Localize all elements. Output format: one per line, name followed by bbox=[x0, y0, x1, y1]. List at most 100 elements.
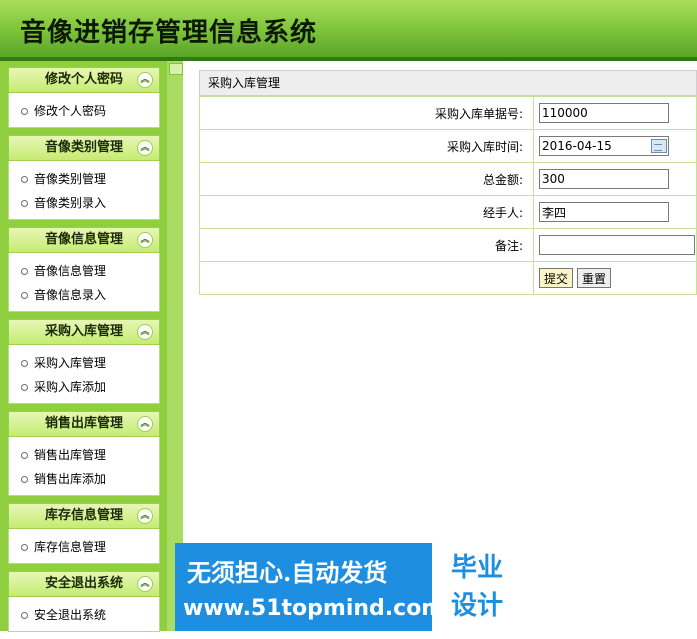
splitter-toggle-icon[interactable] bbox=[169, 63, 183, 75]
date-picker bbox=[539, 136, 669, 156]
bullet-icon bbox=[21, 176, 28, 183]
field-cell bbox=[533, 162, 697, 196]
field-cell bbox=[533, 96, 697, 130]
sidebar-item-label: 音像类别管理 bbox=[34, 172, 107, 186]
sidebar-item-purchase-add[interactable]: 采购入库添加 bbox=[21, 375, 159, 399]
bullet-icon bbox=[21, 200, 28, 207]
order-number-input[interactable] bbox=[539, 103, 669, 123]
sidebar-item-sales-manage[interactable]: 销售出库管理 bbox=[21, 443, 159, 467]
sidebar-item-label: 销售出库添加 bbox=[34, 472, 107, 486]
remark-input[interactable] bbox=[539, 235, 695, 255]
main-content: 采购入库管理 采购入库单据号: 采购入库时间: 总金额: 经手人: bbox=[199, 70, 697, 295]
sidebar-item-label: 安全退出系统 bbox=[34, 608, 107, 622]
collapse-icon[interactable]: ︽ bbox=[137, 72, 153, 88]
sidebar-item-label: 音像类别录入 bbox=[34, 196, 107, 210]
menu-group-header[interactable]: 音像信息管理 ︽ bbox=[8, 227, 160, 253]
bullet-icon bbox=[21, 384, 28, 391]
actions-cell: 提交 重置 bbox=[533, 261, 697, 295]
handler-input[interactable] bbox=[539, 202, 669, 222]
form-row: 采购入库时间: bbox=[199, 129, 697, 163]
menu-group-info: 音像信息管理 ︽ 音像信息管理 音像信息录入 bbox=[8, 227, 160, 312]
menu-group-body: 修改个人密码 bbox=[8, 93, 160, 128]
form-row: 经手人: bbox=[199, 195, 697, 229]
banner-badge: 毕业 设计 bbox=[432, 543, 522, 631]
banner-url: www.51topmind.com bbox=[183, 596, 445, 621]
bullet-icon bbox=[21, 476, 28, 483]
sidebar-item-label: 采购入库添加 bbox=[34, 380, 107, 394]
collapse-icon[interactable]: ︽ bbox=[137, 324, 153, 340]
bullet-icon bbox=[21, 108, 28, 115]
purchase-form: 采购入库单据号: 采购入库时间: 总金额: 经手人: bbox=[199, 96, 697, 295]
menu-group-stock: 库存信息管理 ︽ 库存信息管理 bbox=[8, 503, 160, 564]
field-label: 备注: bbox=[199, 228, 534, 262]
menu-group-title: 库存信息管理 bbox=[44, 508, 123, 523]
total-amount-input[interactable] bbox=[539, 169, 669, 189]
reset-button[interactable]: 重置 bbox=[577, 268, 612, 288]
menu-group-body: 库存信息管理 bbox=[8, 529, 160, 564]
menu-group-title: 音像信息管理 bbox=[44, 232, 123, 247]
menu-group-sales: 销售出库管理 ︽ 销售出库管理 销售出库添加 bbox=[8, 411, 160, 496]
menu-group-body: 销售出库管理 销售出库添加 bbox=[8, 437, 160, 496]
field-label: 采购入库时间: bbox=[199, 129, 534, 163]
menu-group-body: 安全退出系统 bbox=[8, 597, 160, 632]
form-row: 采购入库单据号: bbox=[199, 96, 697, 130]
submit-button[interactable]: 提交 bbox=[539, 268, 574, 288]
badge-bottom-text: 设计 bbox=[450, 591, 503, 621]
menu-group-header[interactable]: 修改个人密码 ︽ bbox=[8, 67, 160, 93]
field-cell bbox=[533, 228, 697, 262]
menu-group-password: 修改个人密码 ︽ 修改个人密码 bbox=[8, 67, 160, 128]
menu-group-header[interactable]: 安全退出系统 ︽ bbox=[8, 571, 160, 597]
bullet-icon bbox=[21, 268, 28, 275]
bullet-icon bbox=[21, 292, 28, 299]
sidebar-menu: 修改个人密码 ︽ 修改个人密码 音像类别管理 ︽ 音像类别管理 音像类别录入 音… bbox=[8, 67, 160, 639]
bullet-icon bbox=[21, 544, 28, 551]
menu-group-title: 采购入库管理 bbox=[44, 324, 123, 339]
collapse-icon[interactable]: ︽ bbox=[137, 508, 153, 524]
sidebar-item-sales-add[interactable]: 销售出库添加 bbox=[21, 467, 159, 491]
banner-slogan: 无须担心.自动发货 bbox=[187, 558, 388, 587]
field-label: 总金额: bbox=[199, 162, 534, 196]
form-row: 备注: bbox=[199, 228, 697, 262]
badge-top-text: 毕业 bbox=[450, 553, 503, 583]
menu-group-purchase: 采购入库管理 ︽ 采购入库管理 采购入库添加 bbox=[8, 319, 160, 404]
sidebar-item-info-add[interactable]: 音像信息录入 bbox=[21, 283, 159, 307]
sidebar-item-category-add[interactable]: 音像类别录入 bbox=[21, 191, 159, 215]
field-label: 采购入库单据号: bbox=[199, 96, 534, 130]
menu-group-body: 音像类别管理 音像类别录入 bbox=[8, 161, 160, 220]
bullet-icon bbox=[21, 360, 28, 367]
bullet-icon bbox=[21, 612, 28, 619]
collapse-icon[interactable]: ︽ bbox=[137, 232, 153, 248]
app-title: 音像进销存管理信息系统 bbox=[20, 18, 318, 48]
field-label: 经手人: bbox=[199, 195, 534, 229]
collapse-icon[interactable]: ︽ bbox=[137, 140, 153, 156]
watermark-banner: 无须担心.自动发货 www.51topmind.com 毕业 设计 bbox=[175, 543, 522, 631]
menu-group-title: 销售出库管理 bbox=[44, 416, 123, 431]
menu-group-header[interactable]: 音像类别管理 ︽ bbox=[8, 135, 160, 161]
sidebar-item-change-password[interactable]: 修改个人密码 bbox=[21, 99, 159, 123]
bullet-icon bbox=[21, 452, 28, 459]
sidebar-item-logout[interactable]: 安全退出系统 bbox=[21, 603, 159, 627]
sidebar-item-label: 音像信息录入 bbox=[34, 288, 107, 302]
menu-group-title: 修改个人密码 bbox=[44, 72, 123, 87]
menu-group-body: 音像信息管理 音像信息录入 bbox=[8, 253, 160, 312]
app-header: 音像进销存管理信息系统 bbox=[0, 0, 697, 61]
purchase-date-input[interactable] bbox=[539, 136, 669, 156]
sidebar-item-purchase-manage[interactable]: 采购入库管理 bbox=[21, 351, 159, 375]
menu-group-header[interactable]: 采购入库管理 ︽ bbox=[8, 319, 160, 345]
menu-group-body: 采购入库管理 采购入库添加 bbox=[8, 345, 160, 404]
menu-group-header[interactable]: 销售出库管理 ︽ bbox=[8, 411, 160, 437]
sidebar-item-stock-manage[interactable]: 库存信息管理 bbox=[21, 535, 159, 559]
sidebar-item-info-manage[interactable]: 音像信息管理 bbox=[21, 259, 159, 283]
sidebar: 修改个人密码 ︽ 修改个人密码 音像类别管理 ︽ 音像类别管理 音像类别录入 音… bbox=[0, 61, 183, 632]
menu-group-header[interactable]: 库存信息管理 ︽ bbox=[8, 503, 160, 529]
sidebar-item-category-manage[interactable]: 音像类别管理 bbox=[21, 167, 159, 191]
collapse-icon[interactable]: ︽ bbox=[137, 576, 153, 592]
menu-group-category: 音像类别管理 ︽ 音像类别管理 音像类别录入 bbox=[8, 135, 160, 220]
collapse-icon[interactable]: ︽ bbox=[137, 416, 153, 432]
form-row: 总金额: bbox=[199, 162, 697, 196]
page-title: 采购入库管理 bbox=[199, 70, 697, 96]
sidebar-item-label: 音像信息管理 bbox=[34, 264, 107, 278]
sidebar-item-label: 采购入库管理 bbox=[34, 356, 107, 370]
form-row: 提交 重置 bbox=[199, 261, 697, 295]
calendar-icon[interactable] bbox=[651, 139, 667, 153]
